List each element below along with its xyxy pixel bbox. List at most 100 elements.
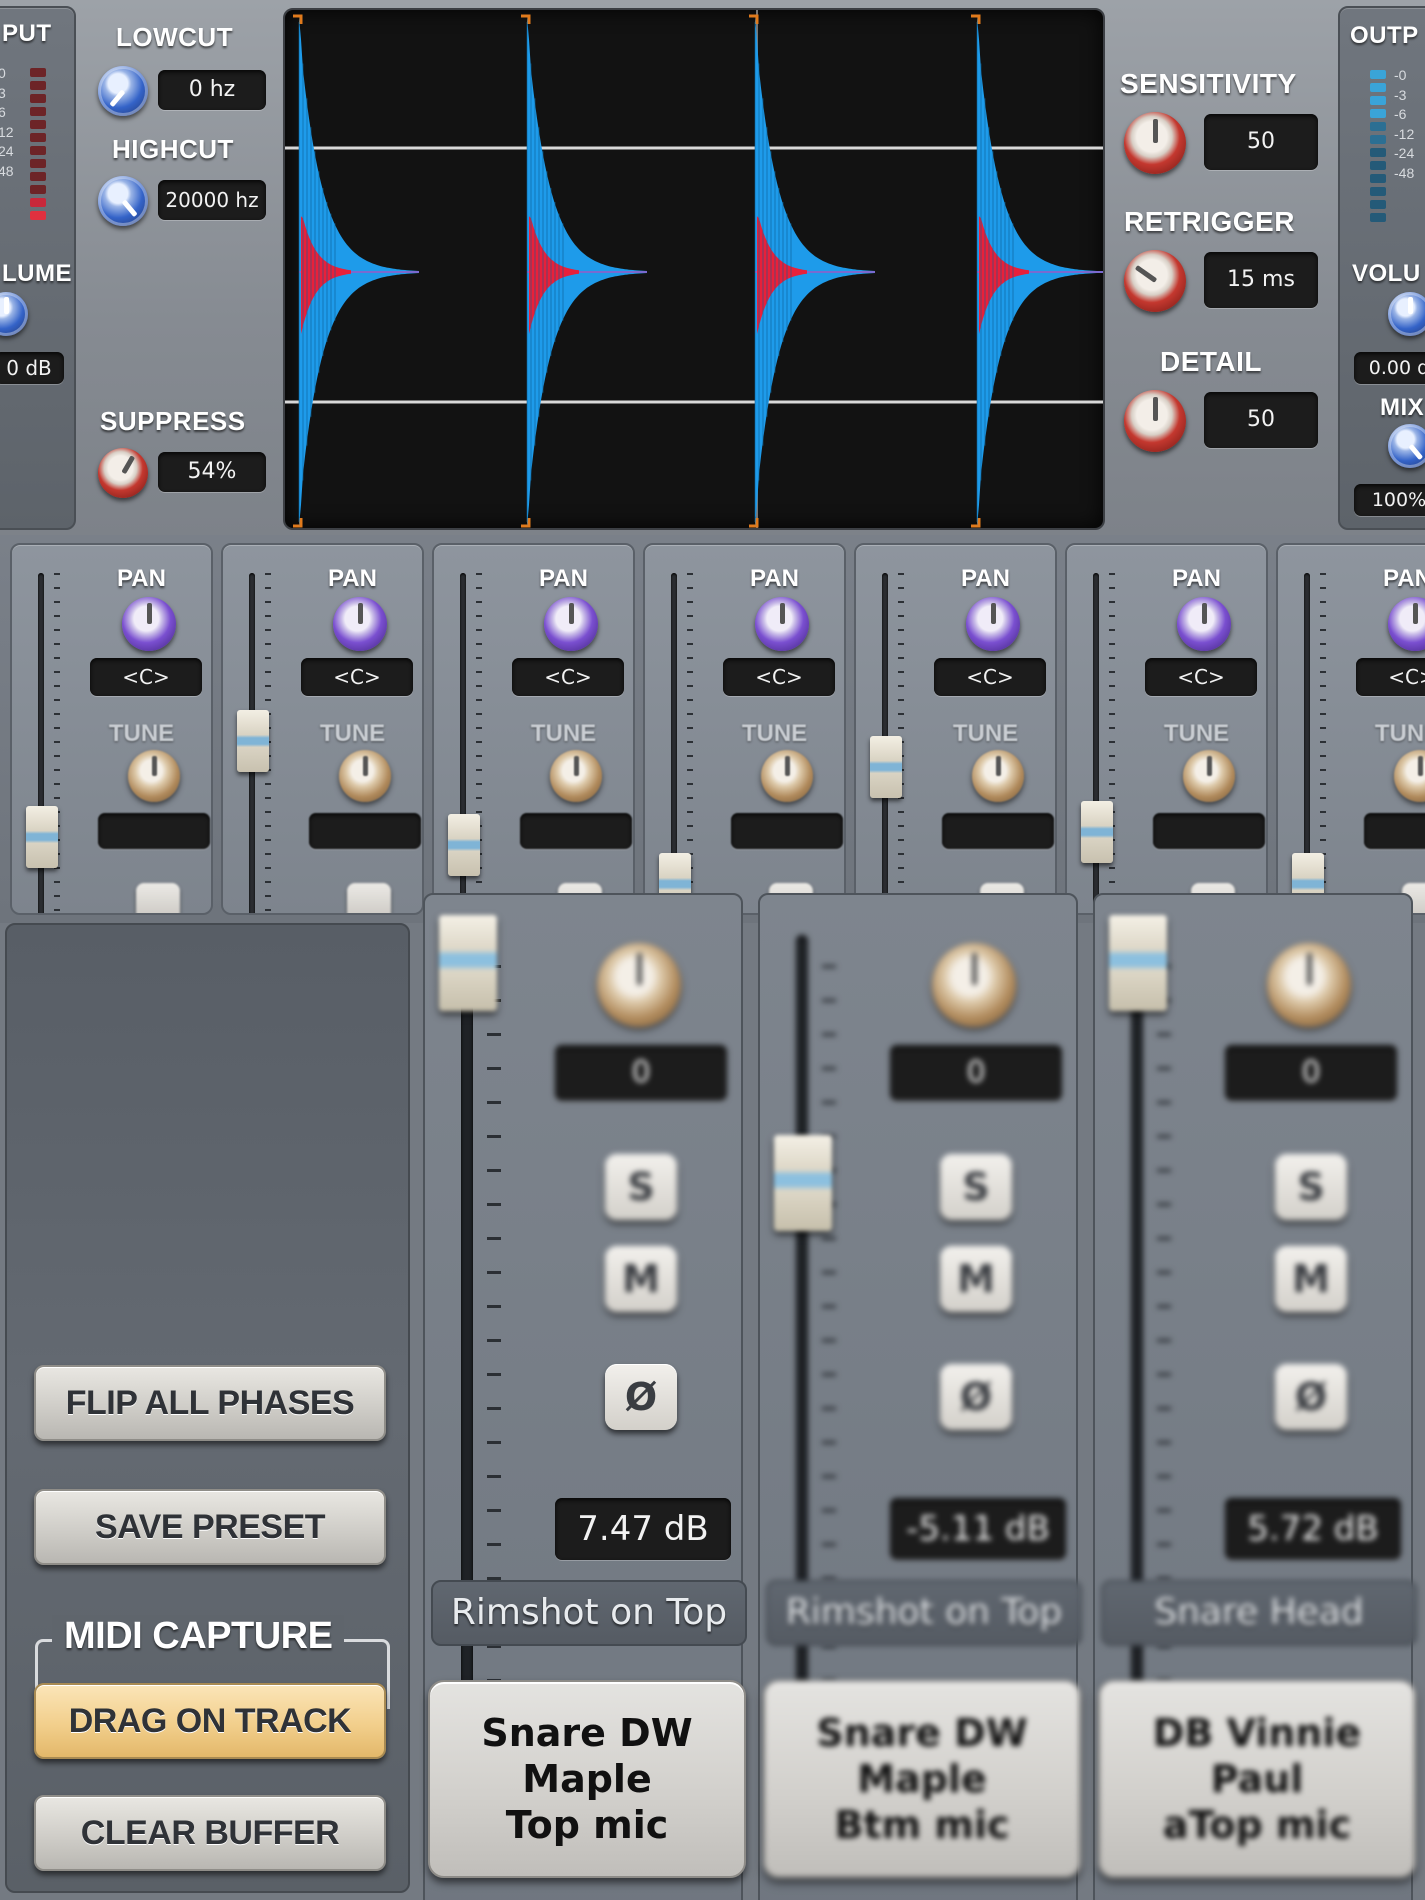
retrigger-display[interactable]: 15 ms bbox=[1204, 252, 1318, 308]
transient-marker-top bbox=[749, 14, 759, 24]
solo-button[interactable]: S bbox=[1275, 1154, 1347, 1220]
input-level-meter bbox=[30, 68, 46, 220]
lowcut-knob[interactable] bbox=[98, 66, 148, 116]
pan-display[interactable]: <C> bbox=[723, 658, 835, 696]
channel-name-label[interactable]: Rimshot on Top bbox=[431, 1580, 747, 1646]
pan-label: PAN bbox=[1383, 565, 1425, 592]
solo-button[interactable] bbox=[347, 883, 391, 913]
save-preset-button[interactable]: SAVE PRESET bbox=[34, 1489, 386, 1565]
mute-button[interactable]: M bbox=[940, 1246, 1012, 1312]
tune-display[interactable] bbox=[520, 813, 632, 849]
mic-sample-button[interactable]: Snare DW Maple Btm mic bbox=[763, 1680, 1081, 1878]
fader-handle[interactable] bbox=[1081, 801, 1113, 863]
tune-knob[interactable] bbox=[972, 750, 1024, 802]
tune-display[interactable] bbox=[309, 813, 421, 849]
meter-tick: 3 bbox=[0, 84, 6, 101]
tune-knob[interactable] bbox=[1267, 943, 1351, 1027]
gain-display[interactable]: 7.47 dB bbox=[555, 1498, 731, 1560]
mix-knob[interactable] bbox=[1388, 424, 1425, 468]
tune-knob[interactable] bbox=[339, 750, 391, 802]
tune-knob[interactable] bbox=[1394, 750, 1425, 802]
waveform-display[interactable] bbox=[283, 8, 1105, 530]
drag-on-track-button[interactable]: DRAG ON TRACK bbox=[34, 1683, 386, 1759]
detail-knob[interactable] bbox=[1124, 390, 1186, 452]
pan-knob[interactable] bbox=[1388, 597, 1425, 651]
gain-display[interactable]: -5.11 dB bbox=[890, 1498, 1066, 1560]
mic-sample-button[interactable]: Snare DW Maple Top mic bbox=[428, 1680, 746, 1878]
tune-knob[interactable] bbox=[761, 750, 813, 802]
detail-display[interactable]: 50 bbox=[1204, 392, 1318, 448]
mic-line-1: DB Vinnie Paul bbox=[1152, 1711, 1362, 1801]
suppress-display[interactable]: 54% bbox=[158, 452, 266, 492]
solo-button[interactable]: S bbox=[940, 1154, 1012, 1220]
channel-name-label[interactable]: Snare Head bbox=[1101, 1580, 1417, 1646]
meter-tick: -12 bbox=[1394, 125, 1415, 142]
fader-handle[interactable] bbox=[1109, 915, 1167, 1011]
tune-knob[interactable] bbox=[128, 750, 180, 802]
drum-replacer-plugin: PUT 0 3 6 12 24 48 LUME 0 dB LOWCUT 0 hz… bbox=[0, 0, 1425, 1900]
meter-tick: -24 bbox=[1394, 145, 1415, 161]
pan-display[interactable]: <C> bbox=[1356, 658, 1425, 696]
mute-button[interactable]: M bbox=[605, 1246, 677, 1312]
highcut-knob[interactable] bbox=[98, 176, 148, 226]
pan-display[interactable]: <C> bbox=[512, 658, 624, 696]
solo-button[interactable] bbox=[136, 883, 180, 913]
fader-handle[interactable] bbox=[439, 915, 497, 1011]
flip-all-phases-button[interactable]: FLIP ALL PHASES bbox=[34, 1365, 386, 1441]
phase-button[interactable]: Ø bbox=[1275, 1364, 1347, 1430]
lowcut-display[interactable]: 0 hz bbox=[158, 70, 266, 110]
phase-button[interactable]: Ø bbox=[940, 1364, 1012, 1430]
tune-display[interactable] bbox=[1364, 813, 1425, 849]
pan-knob[interactable] bbox=[1177, 597, 1231, 651]
pan-display[interactable]: <C> bbox=[301, 658, 413, 696]
tune-knob[interactable] bbox=[597, 943, 681, 1027]
mute-button[interactable]: M bbox=[1275, 1246, 1347, 1312]
highcut-display[interactable]: 20000 hz bbox=[158, 180, 266, 220]
tune-knob[interactable] bbox=[932, 943, 1016, 1027]
pan-knob[interactable] bbox=[544, 597, 598, 651]
solo-button[interactable]: S bbox=[605, 1154, 677, 1220]
meter-tick: 0 bbox=[0, 65, 6, 81]
fader-handle[interactable] bbox=[448, 814, 480, 876]
pan-knob[interactable] bbox=[122, 597, 176, 651]
zoomed-detail-section: FLIP ALL PHASES SAVE PRESET MIDI CAPTURE… bbox=[0, 893, 1425, 1900]
transient-marker-top bbox=[521, 14, 531, 24]
tune-display[interactable] bbox=[98, 813, 210, 849]
fader-handle[interactable] bbox=[774, 1135, 832, 1231]
gain-display[interactable]: 5.72 dB bbox=[1225, 1498, 1401, 1560]
tune-display[interactable]: 0 bbox=[1225, 1045, 1397, 1101]
pan-knob[interactable] bbox=[966, 597, 1020, 651]
tune-knob[interactable] bbox=[1183, 750, 1235, 802]
clear-buffer-button[interactable]: CLEAR BUFFER bbox=[34, 1795, 386, 1871]
pan-knob[interactable] bbox=[755, 597, 809, 651]
mic-sample-button[interactable]: DB Vinnie Paul aTop mic bbox=[1098, 1680, 1416, 1878]
input-volume-knob[interactable] bbox=[0, 292, 28, 336]
channel-name-label[interactable]: Rimshot on Top bbox=[766, 1580, 1082, 1646]
input-panel: PUT 0 3 6 12 24 48 LUME 0 dB bbox=[0, 6, 76, 530]
suppress-knob[interactable] bbox=[98, 448, 148, 498]
meter-tick: 6 bbox=[0, 104, 6, 120]
output-meter-scale: -0 -3 -6 -12 -24 -48 bbox=[1394, 66, 1425, 183]
meter-tick: -48 bbox=[1394, 164, 1415, 181]
tune-knob[interactable] bbox=[550, 750, 602, 802]
pan-display[interactable]: <C> bbox=[90, 658, 202, 696]
pan-label: PAN bbox=[961, 565, 1010, 592]
sensitivity-display[interactable]: 50 bbox=[1204, 114, 1318, 170]
meter-tick: 24 bbox=[0, 143, 14, 159]
tune-display[interactable] bbox=[1153, 813, 1265, 849]
retrigger-knob[interactable] bbox=[1124, 250, 1186, 312]
pan-knob[interactable] bbox=[333, 597, 387, 651]
detail-label: DETAIL bbox=[1160, 346, 1263, 377]
mic-line-2: aTop mic bbox=[1162, 1803, 1352, 1847]
tune-display[interactable]: 0 bbox=[555, 1045, 727, 1101]
pan-display[interactable]: <C> bbox=[1145, 658, 1257, 696]
tune-display[interactable] bbox=[731, 813, 843, 849]
tune-display[interactable] bbox=[942, 813, 1054, 849]
mic-line-1: Snare DW Maple bbox=[481, 1711, 693, 1801]
tune-display[interactable]: 0 bbox=[890, 1045, 1062, 1101]
pan-display[interactable]: <C> bbox=[934, 658, 1046, 696]
sensitivity-knob[interactable] bbox=[1124, 112, 1186, 174]
phase-button[interactable]: Ø bbox=[605, 1364, 677, 1430]
output-volume-knob[interactable] bbox=[1388, 292, 1425, 336]
fader-handle[interactable] bbox=[26, 806, 58, 869]
